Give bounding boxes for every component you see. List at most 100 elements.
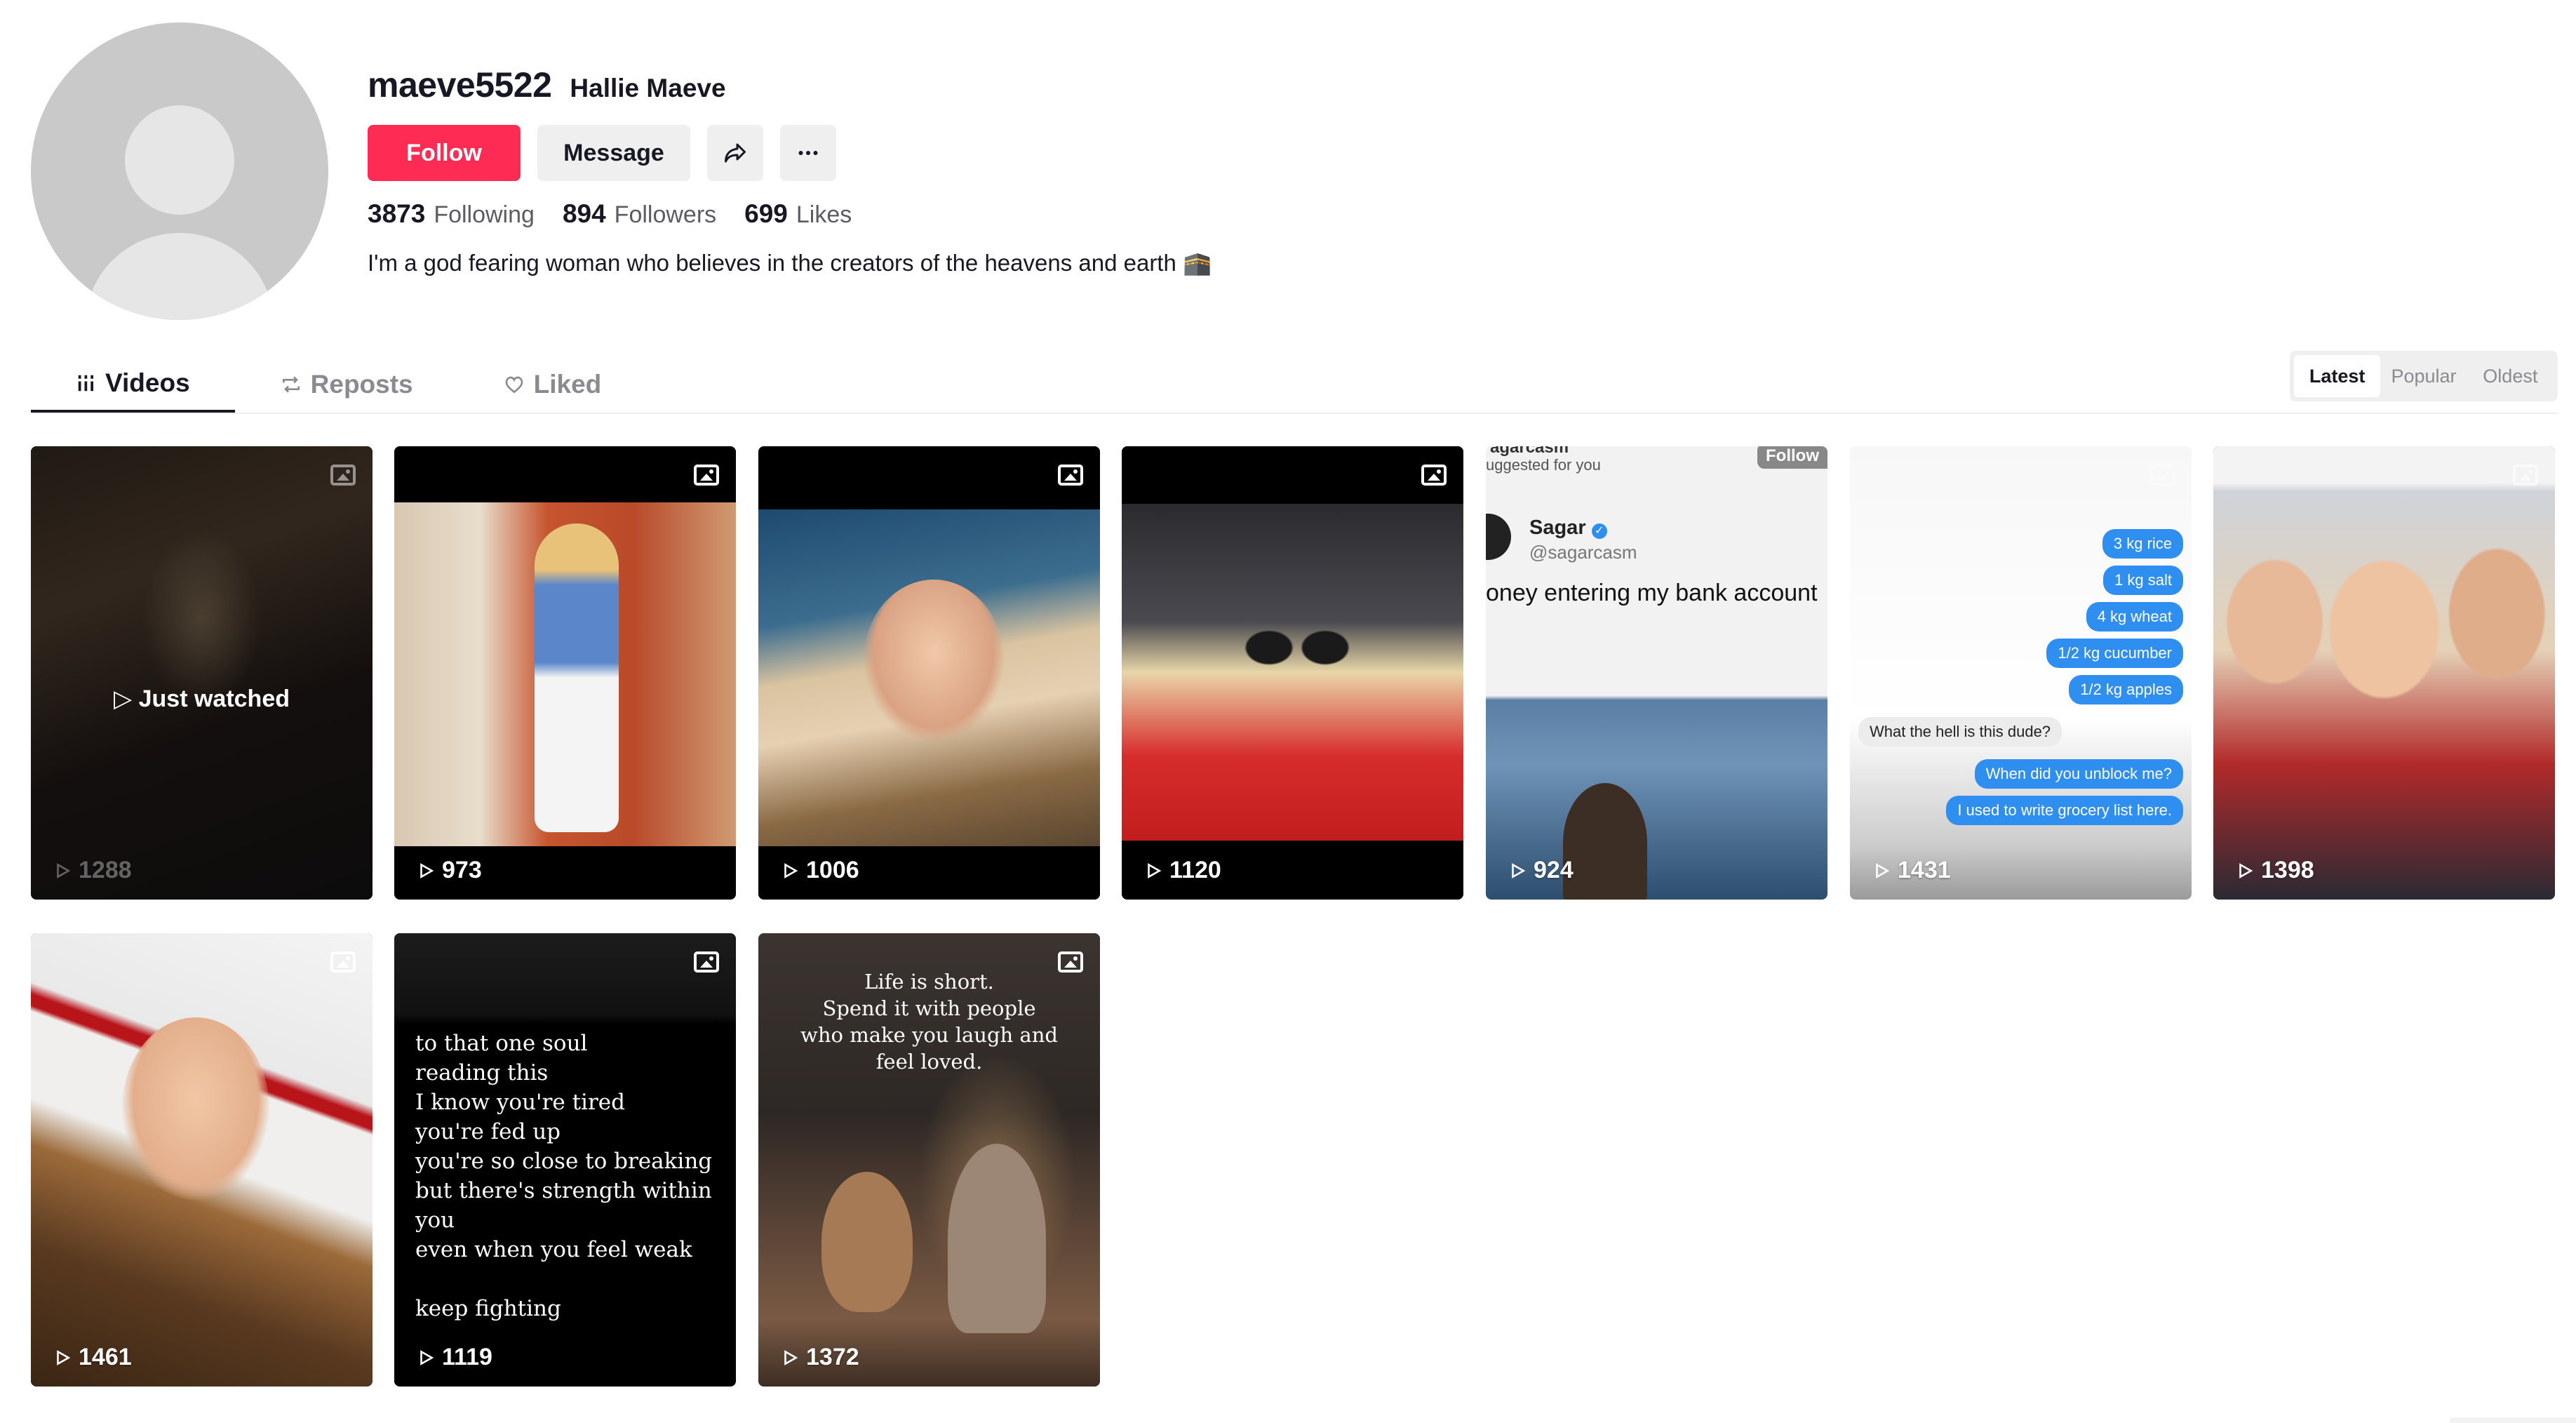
nickname: Hallie Maeve <box>570 74 726 102</box>
video-card[interactable]: 3 kg rice 1 kg salt 4 kg wheat 1/2 kg cu… <box>1850 446 2192 900</box>
video-card[interactable]: 1398 <box>2213 446 2555 900</box>
sort-oldest[interactable]: Oldest <box>2467 355 2554 397</box>
photo-post-icon <box>2149 465 2175 486</box>
likes-label: Likes <box>796 201 852 228</box>
play-icon <box>57 862 71 878</box>
grid-icon <box>78 375 93 392</box>
tab-label: Liked <box>533 370 602 399</box>
play-count: 1431 <box>1872 857 1951 884</box>
tab-reposts[interactable]: Reposts <box>235 356 458 413</box>
chat-bubble: 1/2 kg cucumber <box>2046 639 2183 668</box>
video-thumbnail-sunglasses <box>1241 630 1353 665</box>
play-icon <box>1512 862 1526 878</box>
more-options-button[interactable] <box>780 125 836 181</box>
message-button[interactable]: Message <box>537 125 690 181</box>
photo-post-icon <box>1058 465 1083 486</box>
photo-post-icon <box>694 465 719 486</box>
watched-overlay <box>31 446 373 900</box>
share-button[interactable] <box>707 125 763 181</box>
quote-text: Life is short. Spend it with people who … <box>800 970 1058 1074</box>
play-icon: ▷ <box>114 686 133 712</box>
following-stat[interactable]: 3873 Following <box>368 199 535 229</box>
video-thumbnail-teddy <box>821 1172 913 1312</box>
just-watched-label: ▷ Just watched <box>114 686 290 712</box>
followers-label: Followers <box>614 201 717 228</box>
profile-stats: 3873 Following 894 Followers 699 Likes <box>368 199 852 229</box>
avatar-placeholder-head <box>125 105 234 215</box>
video-thumbnail-photo <box>1122 504 1463 841</box>
video-thumbnail-face <box>864 580 1004 741</box>
tabs-divider <box>31 413 2558 414</box>
play-icon <box>1148 862 1162 878</box>
video-card[interactable]: 1120 <box>1122 446 1463 900</box>
play-icon <box>420 862 434 878</box>
video-card[interactable]: 973 <box>394 446 736 900</box>
play-count: 1398 <box>2236 857 2314 884</box>
followers-stat[interactable]: 894 Followers <box>563 199 716 229</box>
post-text: oney entering my bank account <box>1486 580 1818 606</box>
video-card[interactable]: to that one soul reading this I know you… <box>394 933 736 1387</box>
photo-post-icon <box>330 951 356 973</box>
photo-post-icon <box>1421 465 1447 486</box>
likes-stat: 699 Likes <box>744 199 852 229</box>
play-count: 1006 <box>781 857 859 884</box>
photo-post-icon <box>330 465 356 486</box>
chat-bubble: 3 kg rice <box>2102 529 2183 559</box>
heart-icon <box>505 376 523 394</box>
username: maeve5522 <box>368 65 552 105</box>
quote-text: to that one soul reading this I know you… <box>415 1031 713 1321</box>
play-icon <box>784 862 798 878</box>
post-handle: @sagarcasm <box>1529 542 1637 563</box>
profile-tabs: Videos Reposts Liked <box>31 356 646 413</box>
post-author: Sagar ✓ <box>1529 516 1607 540</box>
sort-toggle: Latest Popular Oldest <box>2290 351 2558 401</box>
chat-bubble: 4 kg wheat <box>2086 602 2183 632</box>
likes-count: 699 <box>744 199 788 228</box>
share-icon <box>725 143 746 163</box>
sort-latest[interactable]: Latest <box>2294 355 2381 397</box>
more-icon <box>798 151 818 155</box>
tab-label: Reposts <box>310 370 413 399</box>
play-icon <box>2239 862 2253 878</box>
tab-liked[interactable]: Liked <box>458 356 647 413</box>
tab-label: Videos <box>105 368 190 397</box>
avatar-placeholder-body <box>86 233 274 320</box>
avatar[interactable] <box>31 22 328 320</box>
profile-name-row: maeve5522 Hallie Maeve <box>368 65 726 105</box>
follow-button[interactable]: Follow <box>368 125 521 181</box>
post-follow-fragment: Follow <box>1757 446 1827 469</box>
play-count: 1120 <box>1144 857 1221 884</box>
video-card[interactable]: Life is short. Spend it with people who … <box>758 933 1100 1387</box>
followers-count: 894 <box>562 199 606 228</box>
chat-bubble: I used to write grocery list here. <box>1946 796 2183 825</box>
sort-popular[interactable]: Popular <box>2380 355 2467 397</box>
play-count: 1119 <box>417 1344 492 1371</box>
video-thumbnail-faces <box>2213 545 2555 699</box>
chat-bubble: 1 kg salt <box>2103 566 2183 595</box>
video-card[interactable]: ▷ Just watched 1288 <box>31 446 373 900</box>
video-thumbnail <box>1486 446 1827 900</box>
video-thumbnail-figure <box>535 523 619 832</box>
video-card[interactable]: 1006 <box>758 446 1100 900</box>
play-count: 1372 <box>781 1344 859 1371</box>
play-count: 1461 <box>53 1344 132 1371</box>
profile-actions: Follow Message <box>368 125 836 181</box>
video-card[interactable]: 1461 <box>31 933 373 1387</box>
play-icon <box>420 1349 434 1365</box>
play-count: 1288 <box>53 857 132 884</box>
repost-icon <box>282 376 300 393</box>
bio: I'm a god fearing woman who believes in … <box>368 250 1212 276</box>
play-count: 973 <box>417 857 482 884</box>
video-card[interactable]: agarcasm uggested for you Follow Sagar ✓… <box>1486 446 1827 900</box>
chat-bubble: 1/2 kg apples <box>2069 675 2183 704</box>
play-icon <box>57 1349 71 1365</box>
suggested-label: uggested for you <box>1486 456 1601 474</box>
tab-videos[interactable]: Videos <box>31 356 235 413</box>
verified-icon: ✓ <box>1591 523 1607 539</box>
play-count: 924 <box>1508 857 1574 884</box>
video-thumbnail-child <box>948 1144 1046 1333</box>
chat-bubble: When did you unblock me? <box>1974 759 2183 789</box>
post-video-person <box>1563 783 1647 900</box>
play-icon <box>784 1349 798 1365</box>
scrollbar-hint <box>2450 1417 2576 1423</box>
